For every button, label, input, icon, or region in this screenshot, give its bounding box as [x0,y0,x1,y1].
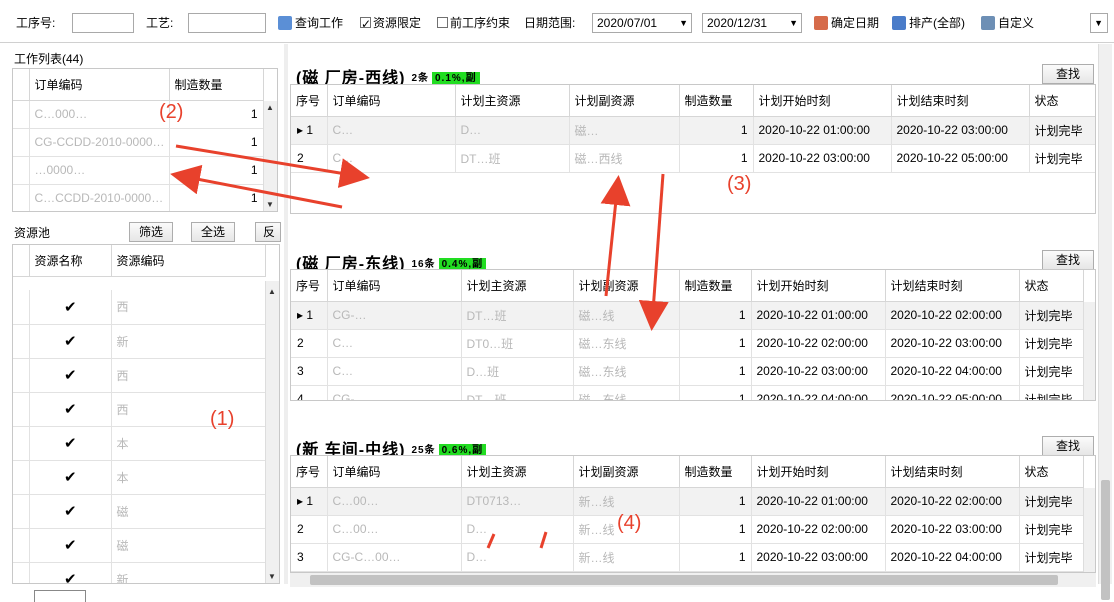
bottom-tab-stub[interactable] [34,590,86,602]
arrow-from-grid [170,164,343,209]
arrow-to-grid [175,144,370,188]
annotation-arrows [170,144,669,549]
arrow-mark-left [486,533,496,549]
arrow-down-to-east [638,173,669,331]
arrow-mark-right [539,531,548,549]
arrow-up-to-west [600,175,631,297]
